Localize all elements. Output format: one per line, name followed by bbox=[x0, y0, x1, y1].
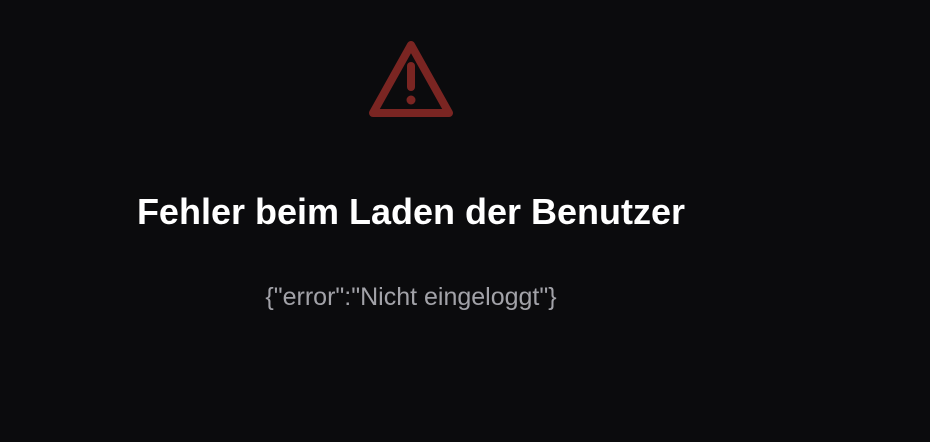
error-message: {"error":"Nicht eingeloggt"} bbox=[265, 283, 557, 311]
error-title: Fehler beim Laden der Benutzer bbox=[136, 191, 686, 233]
warning-triangle-icon bbox=[366, 38, 456, 120]
error-screen: Fehler beim Laden der Benutzer {"error":… bbox=[0, 0, 930, 442]
error-state: Fehler beim Laden der Benutzer {"error":… bbox=[0, 0, 822, 442]
